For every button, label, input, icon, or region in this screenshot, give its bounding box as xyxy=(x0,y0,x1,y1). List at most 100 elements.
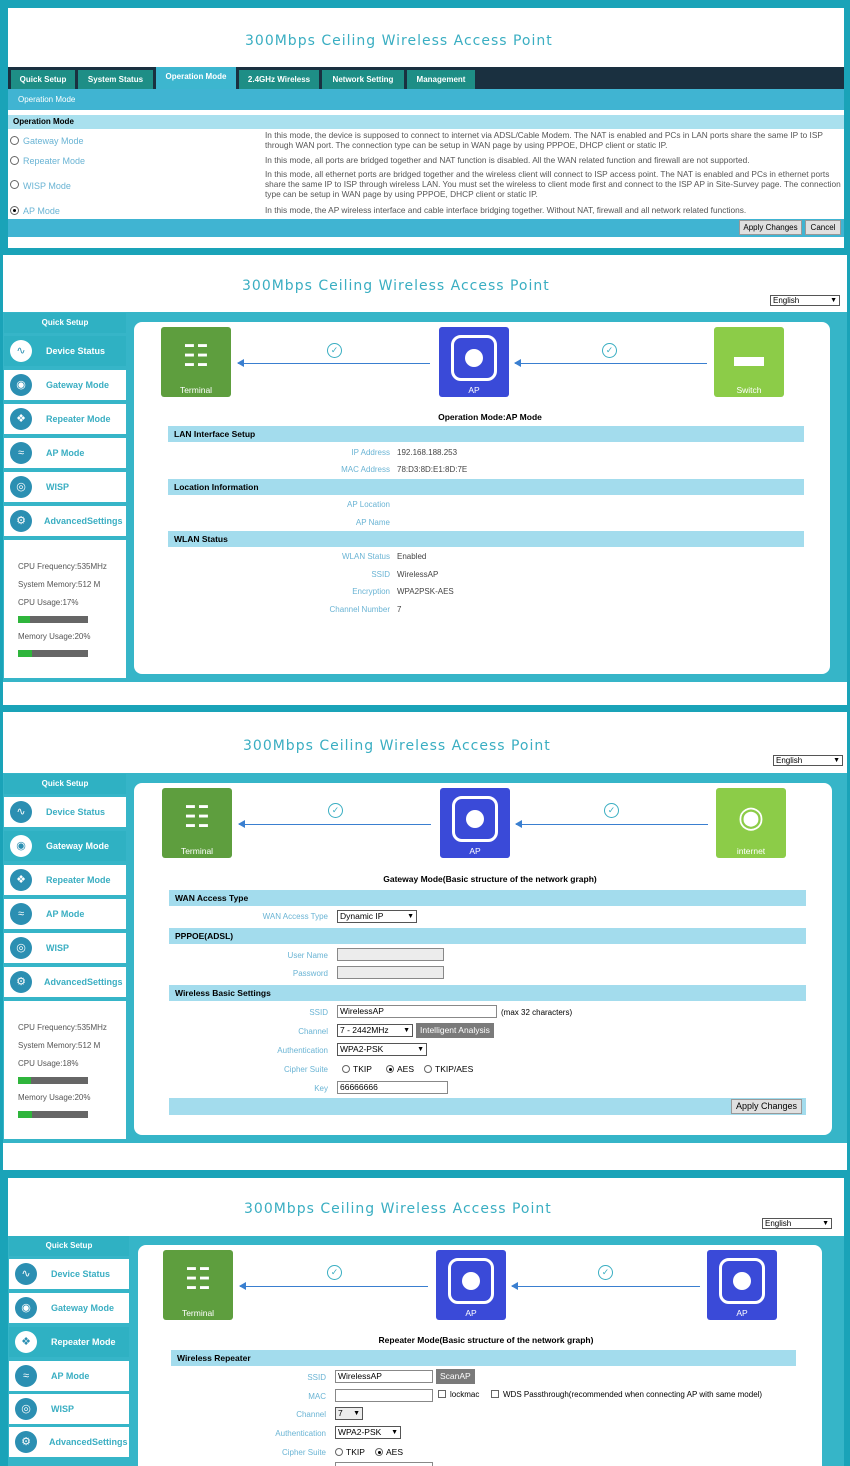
intelligent-analysis-button[interactable]: Intelligent Analysis xyxy=(416,1023,494,1038)
mac-input[interactable] xyxy=(335,1389,433,1402)
sidebar-item-repeater-mode[interactable]: ❖ Repeater Mode xyxy=(4,865,126,895)
mode-name: Repeater Mode xyxy=(23,156,86,166)
tab-management[interactable]: Management xyxy=(407,70,475,89)
user-name-input[interactable] xyxy=(337,948,444,961)
sidebar-item-device-status[interactable]: ∿ Device Status xyxy=(4,336,126,366)
ssid-label: SSID xyxy=(307,1373,326,1382)
wan-access-type-select[interactable]: Dynamic IP ▼ xyxy=(337,910,417,923)
repeater-ssid-input[interactable]: WirelessAP xyxy=(335,1370,433,1383)
tab-network-setting[interactable]: Network Setting xyxy=(322,70,404,89)
wifi-icon: ≈ xyxy=(10,442,32,464)
ap-name-label: AP Name xyxy=(355,518,390,527)
sidebar-item-ap-mode[interactable]: ≈ AP Mode xyxy=(4,899,126,929)
key-input[interactable]: 66666666 xyxy=(337,1081,448,1094)
ap-location-label: AP Location xyxy=(347,500,390,509)
tkipaes-radio[interactable]: TKIP/AES xyxy=(424,1064,473,1074)
password-input[interactable] xyxy=(337,966,444,979)
node-label: AP xyxy=(468,385,480,395)
aes-radio[interactable]: AES xyxy=(375,1447,403,1457)
sidebar-item-label: Device Status xyxy=(46,807,106,817)
uptime-value: 0Day 0H 4M 1S xyxy=(355,686,412,695)
sidebar-item-wisp[interactable]: ◎ WISP xyxy=(4,472,126,502)
ssid-input[interactable]: WirelessAP xyxy=(337,1005,497,1018)
sidebar-item-gateway-mode[interactable]: ◉ Gateway Mode xyxy=(9,1293,129,1323)
input-value: WirelessAP xyxy=(340,1006,384,1016)
chevron-down-icon: ▼ xyxy=(353,1410,360,1417)
mode-description: In this mode, all ports are bridged toge… xyxy=(265,155,750,165)
mode-name: WISP Mode xyxy=(23,181,71,191)
chevron-down-icon: ▼ xyxy=(417,1046,424,1053)
graph-caption: Repeater Mode(Basic structure of the net… xyxy=(378,1335,594,1345)
breadcrumb: Operation Mode xyxy=(8,89,844,110)
mode-description: In this mode, all ethernet ports are bri… xyxy=(265,169,841,199)
node-label: AP xyxy=(736,1308,748,1318)
sidebar-item-device-status[interactable]: ∿ Device Status xyxy=(9,1259,129,1289)
wisp-radio[interactable] xyxy=(10,180,19,189)
cipher-suite-label: Cipher Suite xyxy=(281,1448,326,1457)
sidebar-quick-setup[interactable]: Quick Setup xyxy=(9,1236,129,1256)
ssid-label: SSID xyxy=(371,570,390,579)
switch-icon: ▬ xyxy=(734,340,764,373)
language-select[interactable]: English ▼ xyxy=(773,755,843,766)
scan-ap-button[interactable]: ScanAP xyxy=(436,1369,475,1384)
input-value: WirelessAP xyxy=(338,1371,382,1381)
cancel-button[interactable]: Cancel xyxy=(805,220,841,235)
lockmac-checkbox[interactable]: lockmac xyxy=(438,1390,479,1399)
sidebar-item-advanced-settings[interactable]: ⚙ AdvancedSettings xyxy=(9,1427,129,1457)
tab-wireless[interactable]: 2.4GHz Wireless xyxy=(239,70,319,89)
select-value: Dynamic IP xyxy=(340,911,384,921)
ap-radio[interactable] xyxy=(10,206,19,215)
sidebar-item-gateway-mode[interactable]: ◉ Gateway Mode xyxy=(4,370,126,400)
channel-label: Channel xyxy=(296,1410,326,1419)
radio-circle xyxy=(424,1065,432,1073)
sidebar-quick-setup[interactable]: Quick Setup xyxy=(4,774,126,794)
repeater-radio[interactable] xyxy=(10,156,19,165)
memory-usage-bar xyxy=(18,650,88,657)
tab-system-status[interactable]: System Status xyxy=(78,70,153,89)
tkip-radio[interactable]: TKIP xyxy=(342,1064,372,1074)
firmware-value: XD9341H-SPI-2T2R-V1.1-V5.3-SFS-B20160331… xyxy=(81,686,281,695)
sidebar-item-wisp[interactable]: ◎ WISP xyxy=(4,933,126,963)
sidebar-item-repeater-mode[interactable]: ❖ Repeater Mode xyxy=(4,404,126,434)
sidebar-item-wisp[interactable]: ◎ WISP xyxy=(9,1394,129,1424)
sidebar-item-device-status[interactable]: ∿ Device Status xyxy=(4,797,126,827)
memory-usage-fill xyxy=(18,650,32,657)
aes-radio[interactable]: AES xyxy=(386,1064,414,1074)
node-label: Terminal xyxy=(179,385,213,395)
apply-changes-button[interactable]: Apply Changes xyxy=(739,220,802,235)
sidebar-item-advanced-settings[interactable]: ⚙ AdvancedSettings xyxy=(4,506,126,536)
globe-icon: ◉ xyxy=(15,1297,37,1319)
sidebar-item-label: WISP xyxy=(51,1404,75,1414)
language-value: English xyxy=(776,756,803,765)
channel-select[interactable]: 7 ▼ xyxy=(335,1407,363,1420)
graph-caption: Gateway Mode(Basic structure of the netw… xyxy=(383,874,597,884)
language-select[interactable]: English ▼ xyxy=(770,295,840,306)
gateway-radio[interactable] xyxy=(10,136,19,145)
ap-device-icon xyxy=(719,1258,765,1304)
sidebar-item-label: Repeater Mode xyxy=(46,875,111,885)
tab-operation-mode[interactable]: Operation Mode xyxy=(156,67,236,89)
internet-node: ◉ internet xyxy=(716,788,786,858)
wds-checkbox[interactable]: WDS Passthrough(recommended when connect… xyxy=(491,1390,762,1399)
authentication-select[interactable]: WPA2-PSK ▼ xyxy=(335,1426,401,1439)
arrow-left-icon xyxy=(511,1282,700,1290)
sidebar-item-repeater-mode[interactable]: ❖ Repeater Mode xyxy=(9,1327,129,1357)
apply-changes-button[interactable]: Apply Changes xyxy=(731,1099,802,1114)
tkip-radio[interactable]: TKIP xyxy=(335,1447,365,1457)
tab-quick-setup[interactable]: Quick Setup xyxy=(11,70,75,89)
sidebar-quick-setup[interactable]: Quick Setup xyxy=(4,313,126,333)
sidebar-item-ap-mode[interactable]: ≈ AP Mode xyxy=(9,1361,129,1391)
memory-usage: Memory Usage:20% xyxy=(18,1093,91,1102)
authentication-select[interactable]: WPA2-PSK ▼ xyxy=(337,1043,427,1056)
sidebar-item-advanced-settings[interactable]: ⚙ AdvancedSettings xyxy=(4,967,126,997)
encryption-value: WPA2PSK-AES xyxy=(397,587,454,596)
radio-label: TKIP/AES xyxy=(435,1064,474,1074)
sidebar-item-label: Repeater Mode xyxy=(46,414,111,424)
language-select[interactable]: English ▼ xyxy=(762,1218,832,1229)
sidebar-item-gateway-mode[interactable]: ◉ Gateway Mode xyxy=(4,831,126,861)
channel-select[interactable]: 7 - 2442MHz ▼ xyxy=(337,1024,413,1037)
sidebar-item-ap-mode[interactable]: ≈ AP Mode xyxy=(4,438,126,468)
footer: Firmware Version: XD9341H-SPI-2T2R-V1.1-… xyxy=(10,1147,416,1156)
key-input[interactable] xyxy=(335,1462,433,1466)
top-tab-bar: Quick Setup System Status Operation Mode… xyxy=(8,67,844,89)
